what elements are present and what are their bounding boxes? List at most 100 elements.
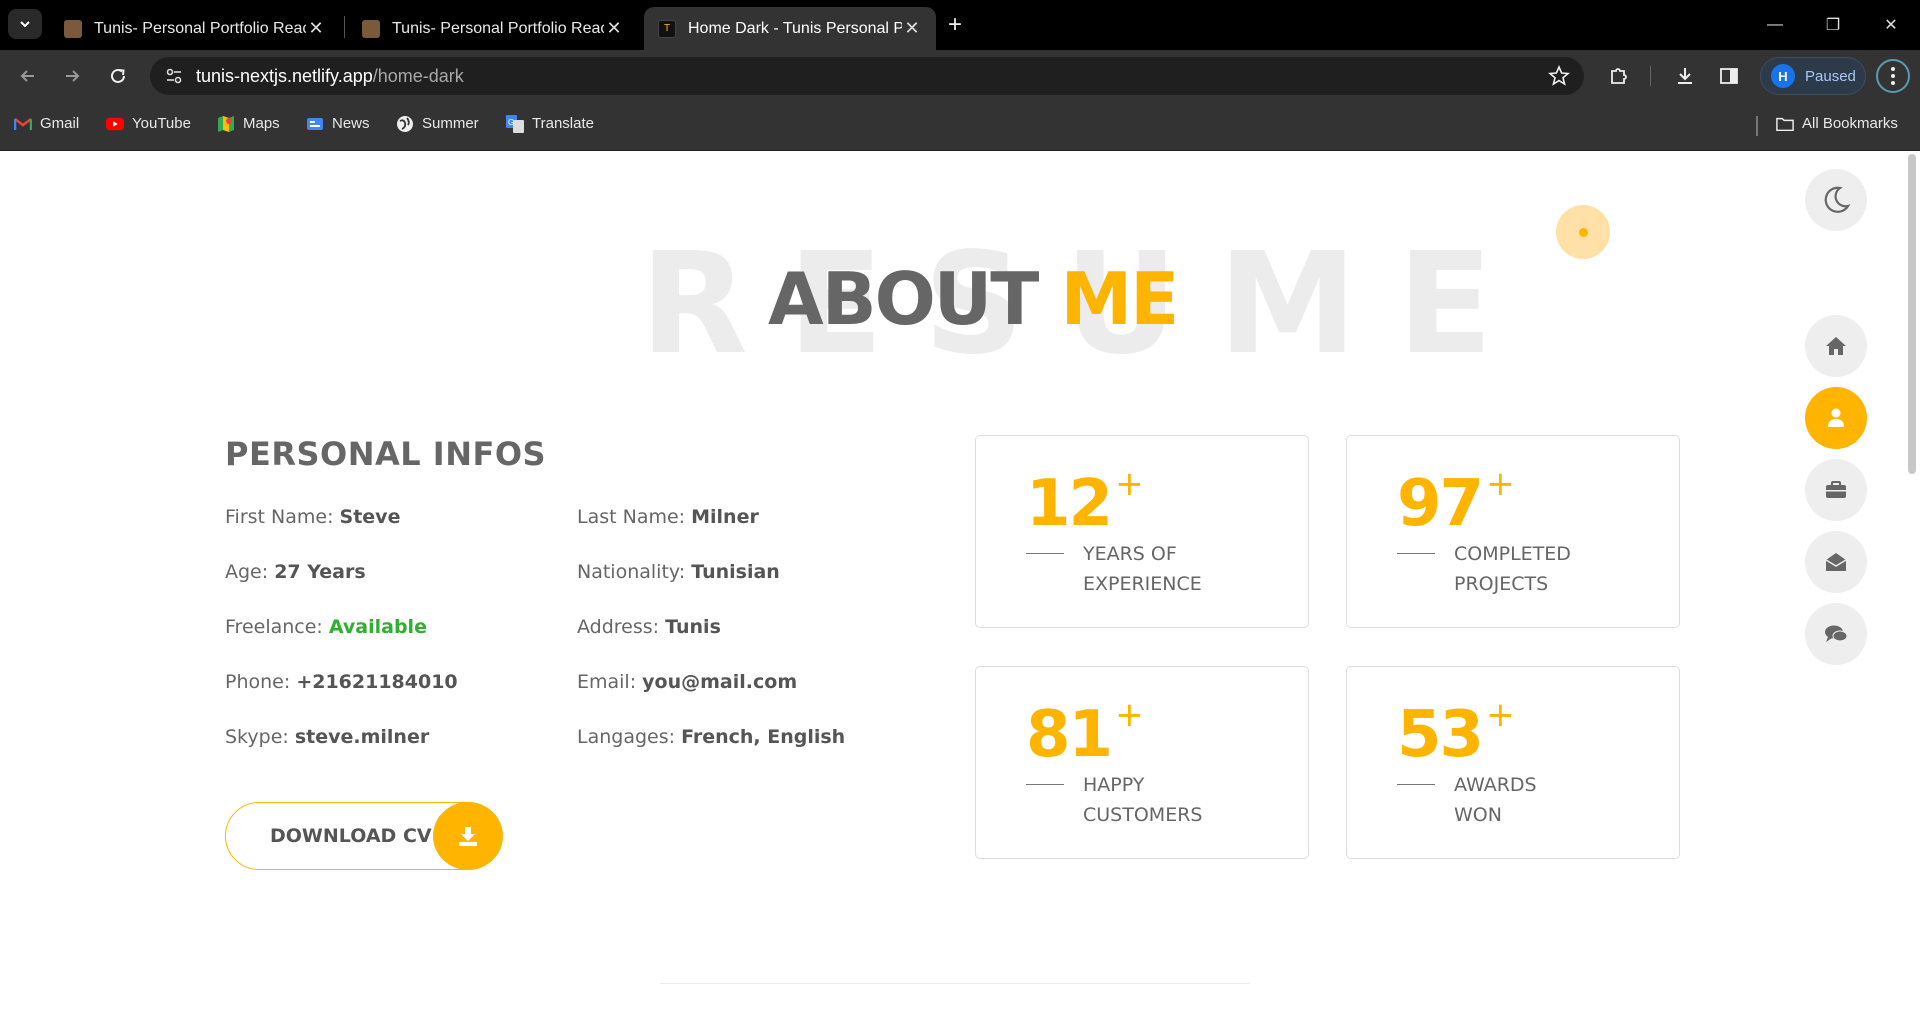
stat-label-line: HAPPY [1083, 774, 1145, 796]
site-settings-icon[interactable] [164, 66, 184, 86]
tab-separator [344, 16, 345, 38]
close-tab-icon[interactable]: ✕ [902, 18, 922, 39]
nav-contact-button[interactable] [1805, 531, 1867, 593]
bookmark-gmail[interactable]: Gmail [14, 115, 79, 132]
info-value: French, English [681, 726, 846, 748]
forward-button[interactable] [58, 62, 86, 90]
close-tab-icon[interactable]: ✕ [604, 18, 624, 39]
stat-label: YEARS OF EXPERIENCE [1083, 539, 1283, 599]
info-value: +21621184010 [296, 671, 458, 693]
globe-icon [396, 115, 414, 132]
address-bar[interactable]: tunis-nextjs.netlify.app/home-dark [150, 57, 1584, 95]
chevron-down-icon [20, 21, 30, 28]
info-label: Langages: [577, 726, 676, 748]
nav-portfolio-button[interactable] [1805, 459, 1867, 521]
info-skype: Skype: steve.milner [225, 726, 429, 748]
bookmark-label: All Bookmarks [1802, 115, 1898, 132]
bookmark-label: Translate [532, 115, 594, 132]
moon-icon [1824, 186, 1851, 213]
side-panel-button[interactable] [1716, 63, 1742, 89]
stat-label-line: WON [1454, 804, 1502, 826]
bookmark-youtube[interactable]: YouTube [106, 115, 191, 132]
info-value: Tunisian [691, 561, 780, 583]
close-window-button[interactable]: ✕ [1862, 0, 1920, 50]
tab-title: Tunis- Personal Portfolio React [94, 19, 306, 37]
stat-dash [1397, 784, 1435, 785]
all-bookmarks-button[interactable]: All Bookmarks [1776, 115, 1898, 132]
bookmarks-bar: Gmail YouTube Maps News Summer G Transla… [0, 100, 1920, 151]
news-icon [306, 116, 324, 132]
tab-title: Home Dark - Tunis Personal Portfolio [688, 19, 902, 37]
svg-text:G: G [508, 118, 514, 127]
tab-1[interactable]: Tunis- Personal Portfolio React ✕ [50, 7, 340, 50]
page-title: ABOUT ME [768, 257, 1179, 341]
theme-toggle-button[interactable] [1805, 169, 1867, 231]
reload-button[interactable] [104, 62, 132, 90]
side-panel-icon [1720, 68, 1738, 84]
reload-icon [111, 68, 125, 83]
nav-about-button[interactable] [1805, 387, 1867, 449]
downloads-button[interactable] [1672, 63, 1698, 89]
tab-strip: Tunis- Personal Portfolio React ✕ Tunis-… [0, 0, 1920, 50]
info-label: Nationality: [577, 561, 686, 583]
download-cv-button[interactable]: DOWNLOAD CV [225, 802, 503, 870]
stat-value: 53 [1397, 698, 1484, 772]
nav-blog-button[interactable] [1805, 603, 1867, 665]
tunis-favicon [362, 19, 380, 38]
user-icon [1828, 408, 1844, 427]
page-scrollbar[interactable] [1908, 154, 1916, 474]
comments-icon [1825, 625, 1848, 642]
bookmark-summer[interactable]: Summer [396, 115, 479, 132]
bookmark-label: Gmail [40, 115, 80, 132]
stat-number: 53 + [1397, 695, 1515, 772]
bookmark-maps[interactable]: Maps [217, 115, 280, 132]
back-button[interactable] [14, 62, 42, 90]
toolbar-separator [1650, 66, 1651, 86]
tab-search-button[interactable] [8, 9, 42, 39]
bookmark-label: Summer [422, 115, 479, 132]
stat-value: 12 [1026, 467, 1113, 541]
home-icon [1826, 337, 1846, 355]
bookmark-label: YouTube [132, 115, 191, 132]
bookmark-translate[interactable]: G Translate [506, 114, 594, 133]
info-value: you@mail.com [642, 671, 798, 693]
stat-number: 81 + [1026, 695, 1144, 772]
stat-label-line: EXPERIENCE [1083, 573, 1202, 595]
info-label: Address: [577, 616, 660, 638]
extensions-button[interactable] [1606, 63, 1632, 89]
profile-status: Paused [1805, 67, 1856, 85]
info-label: Phone: [225, 671, 291, 693]
restore-button[interactable]: ❐ [1804, 0, 1862, 50]
minimize-button[interactable]: — [1746, 0, 1804, 50]
profile-button[interactable]: H Paused [1760, 57, 1866, 95]
stat-number: 97 + [1397, 464, 1515, 541]
info-label: Age: [225, 561, 269, 583]
tab-3-active[interactable]: T Home Dark - Tunis Personal Portfolio ✕ [644, 7, 936, 50]
tunis-favicon: T [658, 19, 676, 38]
title-part-1: ABOUT [768, 257, 1039, 341]
info-label: Skype: [225, 726, 289, 748]
stat-value: 97 [1397, 467, 1484, 541]
stat-card-projects: 97 + COMPLETED PROJECTS [1346, 435, 1680, 628]
stat-label: AWARDS WON [1454, 770, 1654, 830]
bookmark-label: News [332, 115, 370, 132]
custom-cursor [1556, 205, 1610, 259]
close-tab-icon[interactable]: ✕ [306, 18, 326, 39]
browser-menu-button[interactable] [1876, 59, 1910, 93]
nav-home-button[interactable] [1805, 315, 1867, 377]
bookmark-star-icon[interactable] [1548, 65, 1570, 87]
info-address: Address: Tunis [577, 616, 721, 638]
bookmark-news[interactable]: News [306, 115, 370, 132]
more-vertical-icon [1891, 67, 1895, 85]
info-nationality: Nationality: Tunisian [577, 561, 780, 583]
arrow-right-icon [66, 70, 80, 82]
info-value: Steve [339, 506, 401, 528]
tab-title: Tunis- Personal Portfolio React [392, 19, 604, 37]
window-controls: — ❐ ✕ [1746, 0, 1920, 50]
new-tab-button[interactable]: + [948, 11, 962, 39]
tab-2[interactable]: Tunis- Personal Portfolio React ✕ [348, 7, 638, 50]
stat-number: 12 + [1026, 464, 1144, 541]
stat-value: 81 [1026, 698, 1113, 772]
youtube-icon [106, 116, 124, 132]
stat-plus: + [1486, 695, 1514, 735]
